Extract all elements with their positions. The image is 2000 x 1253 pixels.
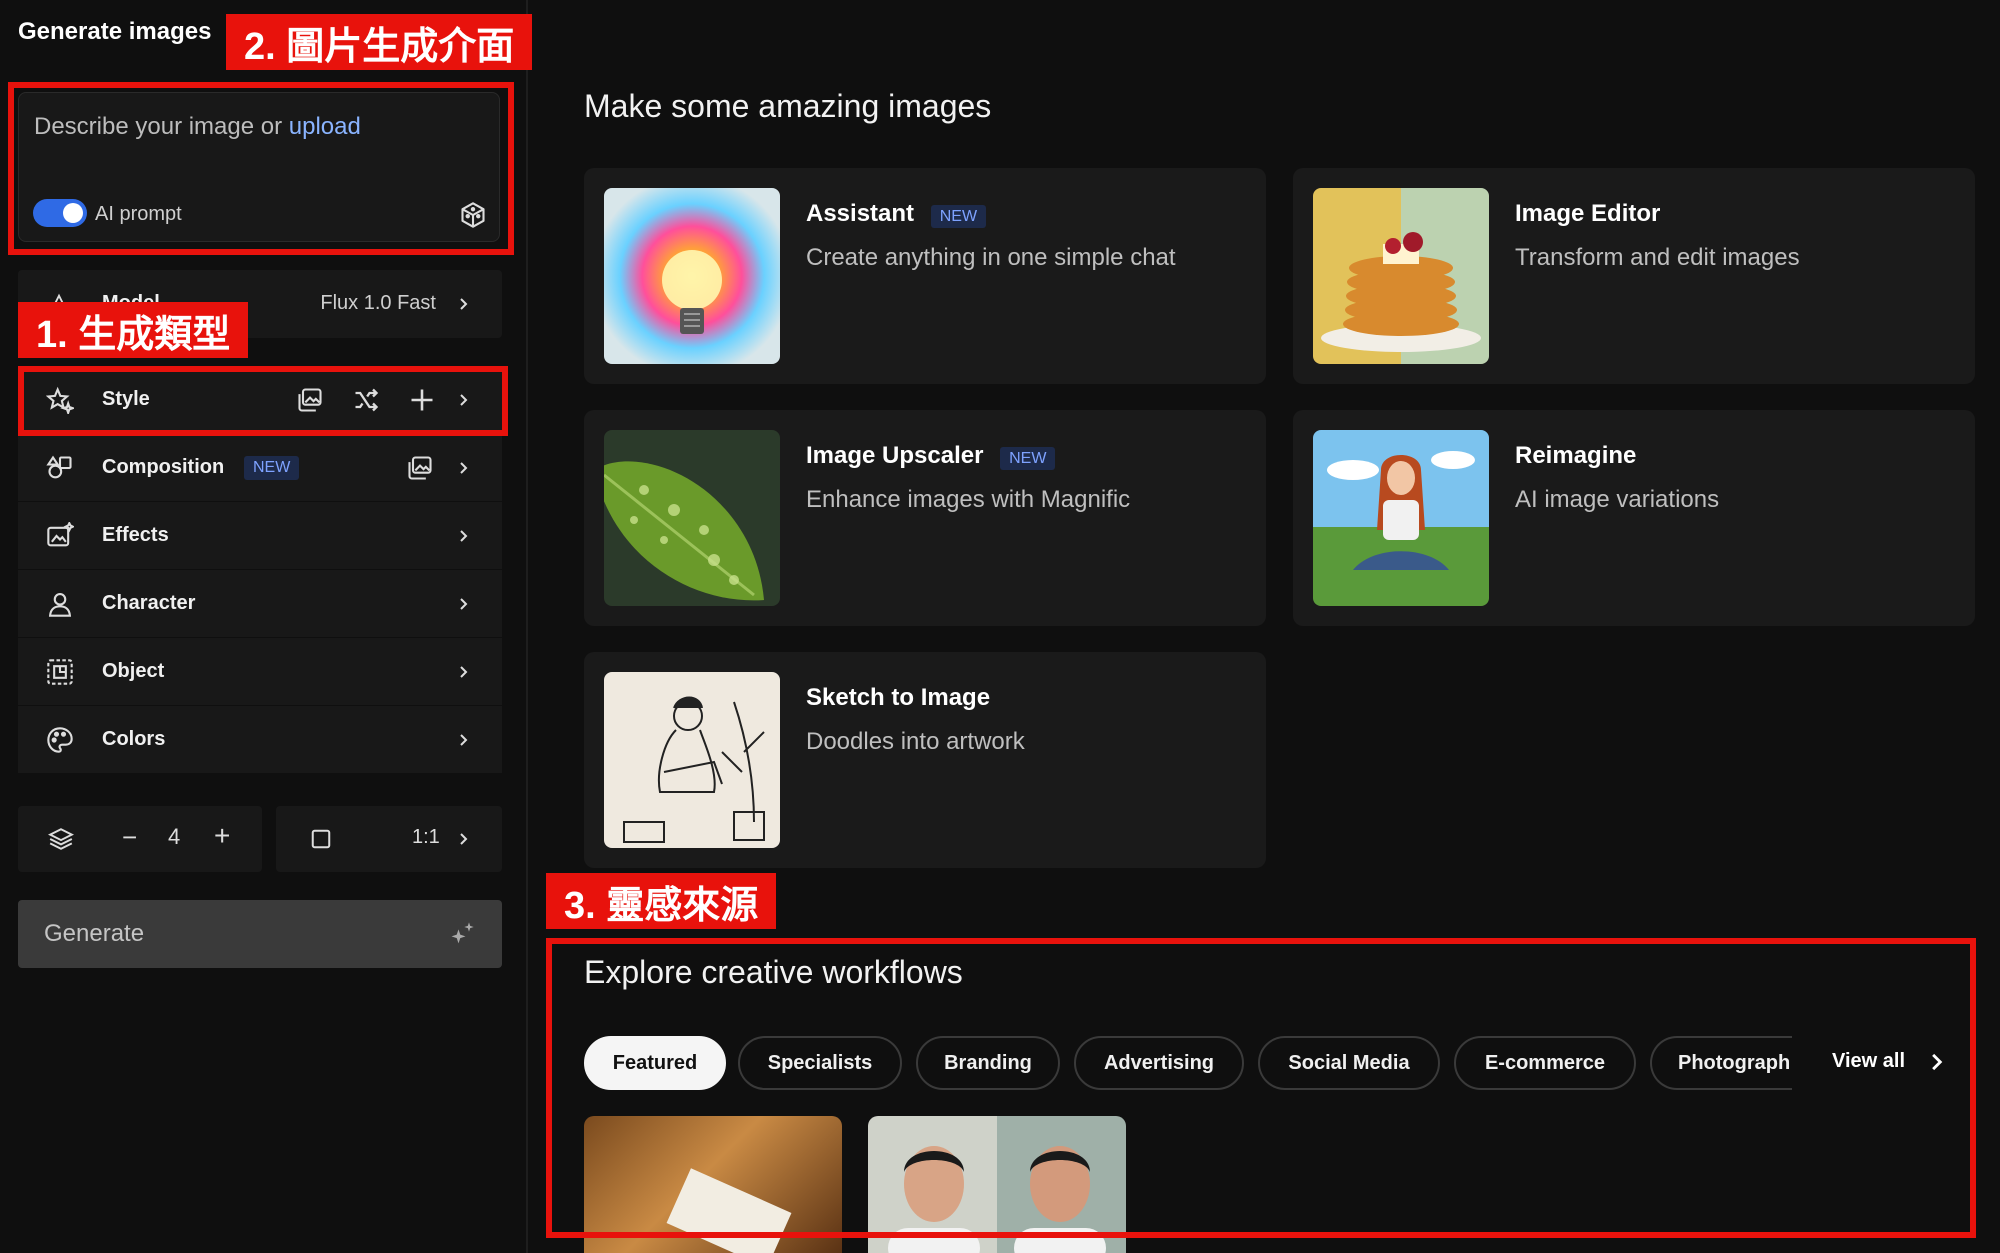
aspect-ratio-selector[interactable]: 1:1 bbox=[276, 806, 502, 872]
leaf-icon bbox=[604, 461, 764, 601]
generate-label: Generate bbox=[44, 920, 145, 947]
tool-card-image-upscaler[interactable]: Image Upscaler NEW Enhance images with M… bbox=[584, 410, 1266, 626]
tool-description: Enhance images with Magnific bbox=[806, 486, 1131, 513]
tool-description: AI image variations bbox=[1515, 486, 1720, 513]
image-gallery-icon[interactable] bbox=[406, 454, 434, 482]
image-count-value: 4 bbox=[168, 824, 181, 849]
image-sparkle-icon bbox=[47, 522, 74, 547]
character-option[interactable]: Character bbox=[18, 570, 502, 638]
layers-icon bbox=[48, 828, 74, 850]
reimagine-thumbnail bbox=[1313, 430, 1489, 606]
chevron-right-icon bbox=[460, 666, 468, 678]
composition-label: Composition bbox=[102, 456, 225, 478]
increment-button[interactable]: + bbox=[214, 820, 230, 852]
new-badge: NEW bbox=[930, 205, 987, 228]
chevron-right-icon bbox=[460, 833, 468, 845]
chevron-right-icon bbox=[460, 598, 468, 610]
new-badge: NEW bbox=[1000, 447, 1056, 470]
tool-title: Reimagine bbox=[1515, 442, 1637, 469]
object-icon bbox=[47, 659, 73, 685]
pancakes-icon bbox=[1321, 232, 1481, 352]
page-title: Generate images bbox=[18, 18, 212, 45]
object-label: Object bbox=[102, 660, 165, 682]
tool-card-reimagine[interactable]: Reimagine AI image variations bbox=[1293, 410, 1975, 626]
tool-card-sketch-to-image[interactable]: Sketch to Image Doodles into artwork bbox=[584, 652, 1266, 868]
annotation-frame-1 bbox=[18, 366, 508, 436]
sparkle-icon bbox=[451, 922, 474, 944]
tool-title: Assistant NEW bbox=[806, 200, 987, 228]
object-option[interactable]: Object bbox=[18, 638, 502, 706]
tool-card-assistant[interactable]: Assistant NEW Create anything in one sim… bbox=[584, 168, 1266, 384]
chevron-right-icon bbox=[460, 734, 468, 746]
annotation-frame-2 bbox=[8, 82, 514, 255]
woman-illustration bbox=[1327, 451, 1475, 570]
annotation-label-3: 3. 靈感來源 bbox=[546, 873, 777, 929]
image-upscaler-thumbnail bbox=[604, 430, 780, 606]
tool-title: Image Editor bbox=[1515, 200, 1661, 227]
tool-description: Doodles into artwork bbox=[806, 728, 1025, 755]
image-editor-thumbnail bbox=[1313, 188, 1489, 364]
generate-button[interactable]: Generate bbox=[18, 900, 502, 968]
sketch-thumbnail bbox=[604, 672, 780, 848]
annotation-frame-3 bbox=[546, 938, 1976, 1238]
character-label: Character bbox=[102, 592, 196, 614]
shapes-icon bbox=[46, 455, 72, 479]
tool-card-image-editor[interactable]: Image Editor Transform and edit images bbox=[1293, 168, 1975, 384]
image-count-stepper: − 4 + bbox=[18, 806, 262, 872]
aspect-ratio-value: 1:1 bbox=[412, 826, 440, 848]
tool-title: Sketch to Image bbox=[806, 684, 991, 711]
tool-title: Image Upscaler NEW bbox=[806, 442, 1056, 470]
decrement-button[interactable]: − bbox=[122, 822, 137, 853]
main-heading: Make some amazing images bbox=[584, 88, 992, 124]
effects-option[interactable]: Effects bbox=[18, 502, 502, 570]
annotation-label-1: 1. 生成類型 bbox=[18, 302, 249, 358]
assistant-thumbnail bbox=[604, 188, 780, 364]
tool-description: Transform and edit images bbox=[1515, 244, 1800, 271]
lightbulb-icon bbox=[662, 250, 722, 334]
new-badge: NEW bbox=[244, 456, 300, 480]
annotation-label-2: 2. 圖片生成介面 bbox=[226, 14, 533, 70]
composition-option[interactable]: Composition NEW bbox=[18, 434, 502, 502]
palette-icon bbox=[47, 727, 73, 753]
chevron-right-icon bbox=[460, 298, 468, 310]
tool-description: Create anything in one simple chat bbox=[806, 244, 1176, 271]
chevron-right-icon bbox=[460, 462, 468, 474]
chevron-right-icon bbox=[460, 530, 468, 542]
square-icon bbox=[311, 829, 331, 849]
colors-label: Colors bbox=[102, 728, 166, 750]
sketch-illustration bbox=[623, 696, 765, 843]
model-value: Flux 1.0 Fast bbox=[320, 292, 436, 314]
colors-option[interactable]: Colors bbox=[18, 706, 502, 774]
person-icon bbox=[48, 593, 72, 617]
effects-label: Effects bbox=[102, 524, 169, 546]
